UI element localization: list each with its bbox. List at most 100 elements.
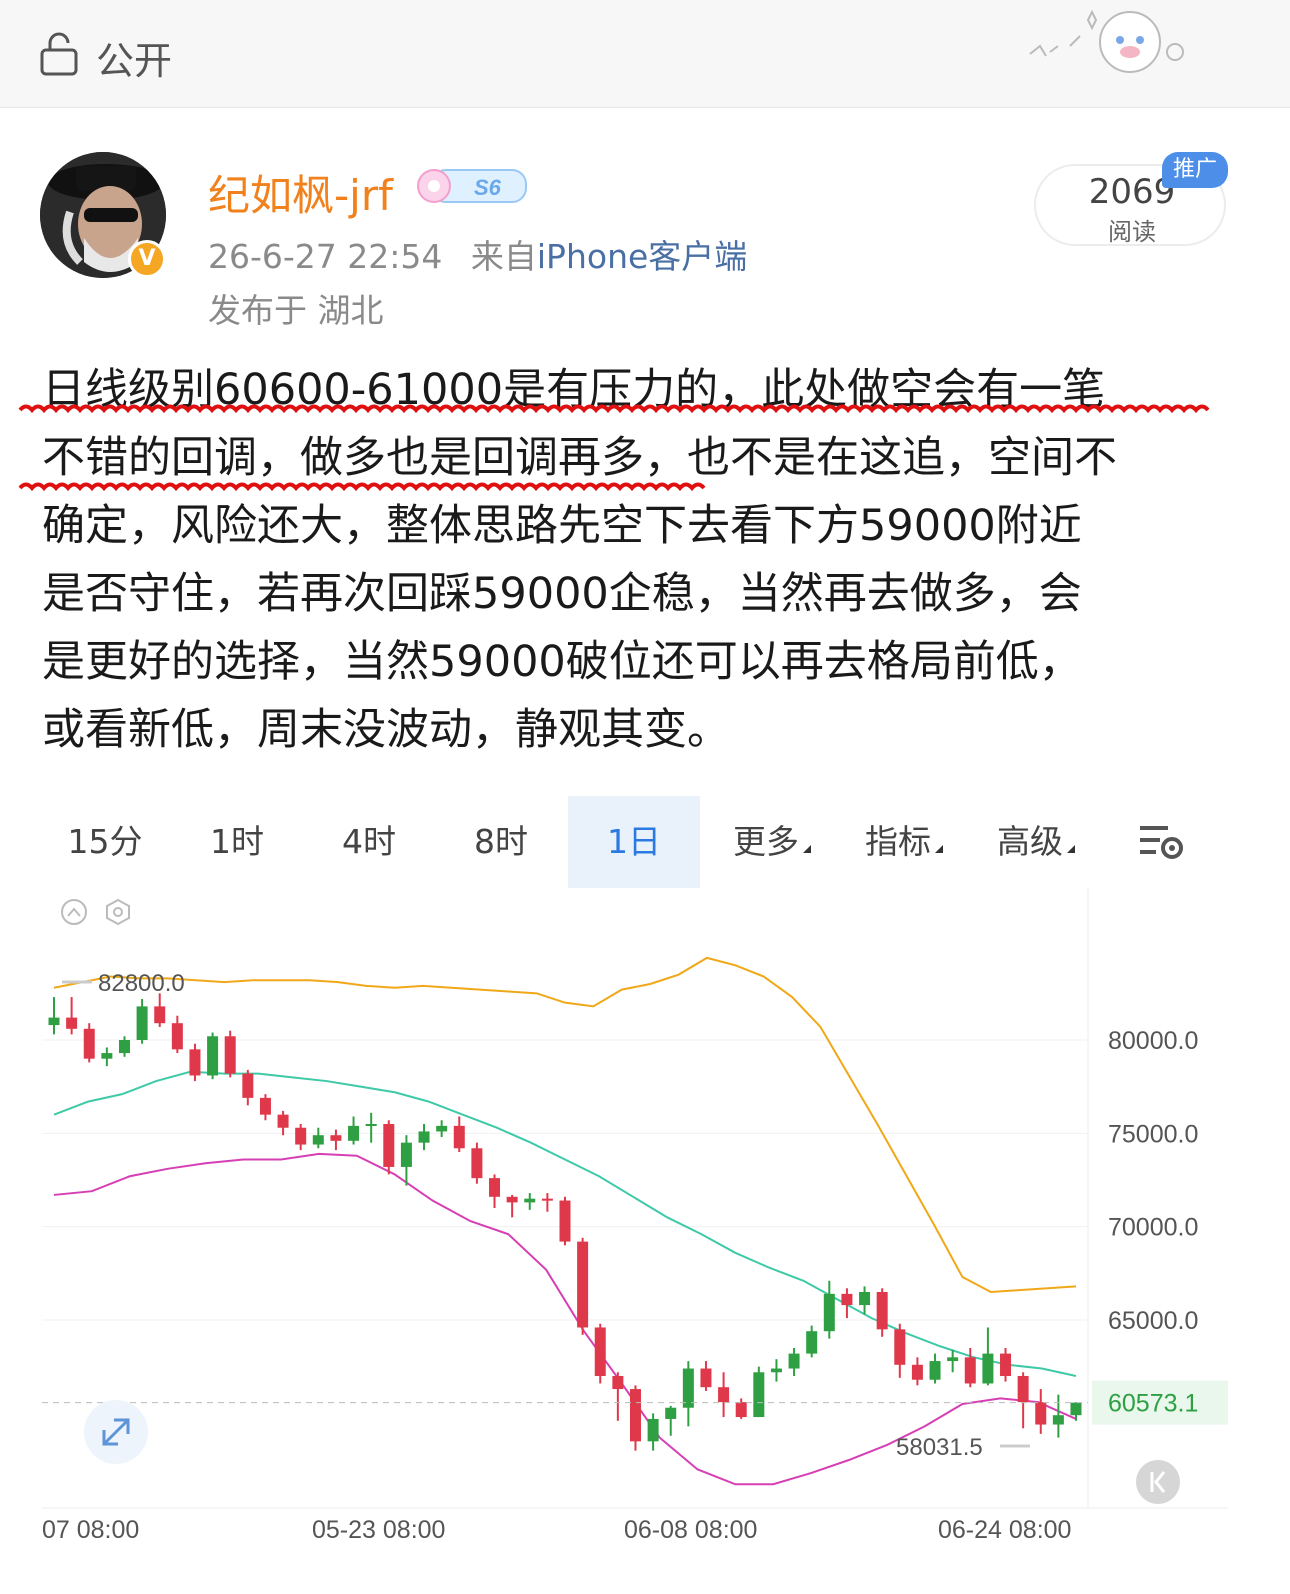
interval-tabs: 15分 1时 4时 8时 1日 更多 指标 高级 — [42, 796, 1228, 888]
candle-body — [171, 1023, 183, 1050]
candlestick-chart[interactable]: 80000.0 75000.0 70000.0 65000.0 60573.1 82800… — [42, 888, 1228, 1568]
tab-15m[interactable]: 15分 — [42, 796, 168, 888]
read-label: 阅读 — [1108, 218, 1156, 246]
candle-body — [224, 1036, 236, 1074]
price-tick-label: 65000.0 — [1108, 1307, 1198, 1335]
kline-chart-panel: 15分 1时 4时 8时 1日 更多 指标 高级 80000.0 75000.0 7… — [42, 796, 1228, 1586]
time-tick-label: 06-08 08:00 — [624, 1516, 757, 1544]
candle-body — [154, 1006, 166, 1024]
candle-body — [400, 1142, 412, 1167]
candle-body — [312, 1135, 324, 1145]
candle-body — [277, 1114, 289, 1128]
chart-background — [42, 888, 1228, 1568]
tab-indicators[interactable]: 指标 — [838, 796, 970, 888]
candle-body — [136, 1006, 148, 1040]
candle-body — [48, 1017, 60, 1026]
candle-body — [559, 1200, 571, 1242]
tab-1d[interactable]: 1日 — [568, 796, 700, 888]
tab-more-label: 更多 — [733, 822, 799, 861]
candle-body — [1035, 1402, 1047, 1425]
price-tick-label: 70000.0 — [1108, 1214, 1198, 1242]
top-bar: 公开 — [0, 0, 1290, 108]
candle-body — [753, 1372, 765, 1418]
chart-settings-icon[interactable] — [1138, 822, 1184, 862]
candle-body — [207, 1036, 219, 1076]
candle-body — [788, 1353, 800, 1369]
candle-body — [577, 1241, 589, 1328]
candle-body — [947, 1357, 959, 1362]
lock-open-icon[interactable] — [40, 32, 78, 76]
candle-body — [489, 1178, 501, 1197]
candle-body — [594, 1327, 606, 1376]
candle-body — [964, 1357, 976, 1384]
tab-advanced[interactable]: 高级 — [970, 796, 1102, 888]
post-line: 是更好的选择，当然59000破位还可以再去格局前低， — [42, 637, 1082, 687]
jump-latest-button — [1136, 1460, 1180, 1504]
candle-body — [83, 1028, 95, 1059]
tab-indicators-label: 指标 — [865, 822, 931, 861]
candle-body — [118, 1040, 130, 1054]
candle-body — [259, 1097, 271, 1115]
candle-body — [718, 1387, 730, 1403]
candle-body — [242, 1073, 254, 1098]
candle-body — [348, 1125, 360, 1141]
candle-body — [700, 1368, 712, 1388]
candle-body — [629, 1389, 641, 1442]
caret-icon — [935, 845, 943, 853]
candle-body — [101, 1053, 113, 1059]
candle-body — [1000, 1353, 1012, 1376]
candle-body — [541, 1198, 553, 1201]
post-timestamp: 26-6-27 22:54 — [208, 237, 443, 276]
candle-body — [859, 1292, 871, 1306]
candle-body — [365, 1124, 377, 1126]
candle-body — [524, 1198, 536, 1203]
candle-body — [66, 1017, 78, 1029]
candle-body — [471, 1148, 483, 1179]
candle-body — [682, 1368, 694, 1408]
tab-4h[interactable]: 4时 — [306, 796, 432, 888]
visibility-label[interactable]: 公开 — [96, 30, 172, 85]
post-location: 发布于 湖北 — [208, 291, 384, 330]
post-line: 或看新低，周末没波动，静观其变。 — [42, 705, 730, 755]
candle-body — [665, 1407, 677, 1419]
candle-body — [506, 1196, 518, 1203]
candle-body — [770, 1368, 782, 1373]
current-price-label: 60573.1 — [1108, 1390, 1198, 1418]
caret-icon — [1067, 845, 1075, 853]
time-tick-label: 06-24 08:00 — [938, 1516, 1071, 1544]
source-prefix: 来自 — [470, 237, 537, 276]
candle-body — [841, 1293, 853, 1306]
promote-badge[interactable]: 推广 — [1162, 152, 1228, 188]
candle-body — [894, 1329, 906, 1365]
member-badge-icon[interactable]: S6 — [412, 162, 530, 210]
candle-body — [436, 1125, 448, 1132]
candle-body — [1070, 1402, 1082, 1416]
candle-body — [823, 1293, 835, 1332]
candle-body — [911, 1364, 923, 1380]
svg-text:S6: S6 — [474, 175, 502, 200]
post-meta: 26-6-27 22:54 来自iPhone客户端 — [208, 230, 747, 278]
candle-body — [1052, 1415, 1064, 1425]
source-client-link[interactable]: iPhone客户端 — [537, 237, 747, 276]
candle-body — [453, 1125, 465, 1149]
candle-body — [876, 1292, 888, 1330]
author-name[interactable]: 纪如枫-jrf — [208, 162, 393, 223]
candle-body — [612, 1376, 624, 1390]
post-body: 日线级别60600-61000是有压力的，此处做空会有一笔 不错的回调，做多也是… — [42, 356, 1242, 764]
tab-8h[interactable]: 8时 — [438, 796, 564, 888]
tab-more[interactable]: 更多 — [706, 796, 838, 888]
candle-body — [735, 1402, 747, 1418]
candle-body — [189, 1049, 201, 1076]
high-marker-label: 82800.0 — [98, 970, 185, 997]
time-tick-label: 05-23 08:00 — [312, 1516, 445, 1544]
candle-body — [330, 1135, 342, 1141]
tab-1h[interactable]: 1时 — [174, 796, 300, 888]
candle-body — [806, 1331, 818, 1354]
verified-badge-icon: V — [128, 240, 166, 278]
candle-body — [1017, 1376, 1029, 1403]
price-tick-label: 80000.0 — [1108, 1027, 1198, 1055]
caret-icon — [803, 845, 811, 853]
price-tick-label: 75000.0 — [1108, 1120, 1198, 1148]
cartoon-sticker-icon — [1029, 9, 1184, 73]
candle-body — [982, 1353, 994, 1384]
